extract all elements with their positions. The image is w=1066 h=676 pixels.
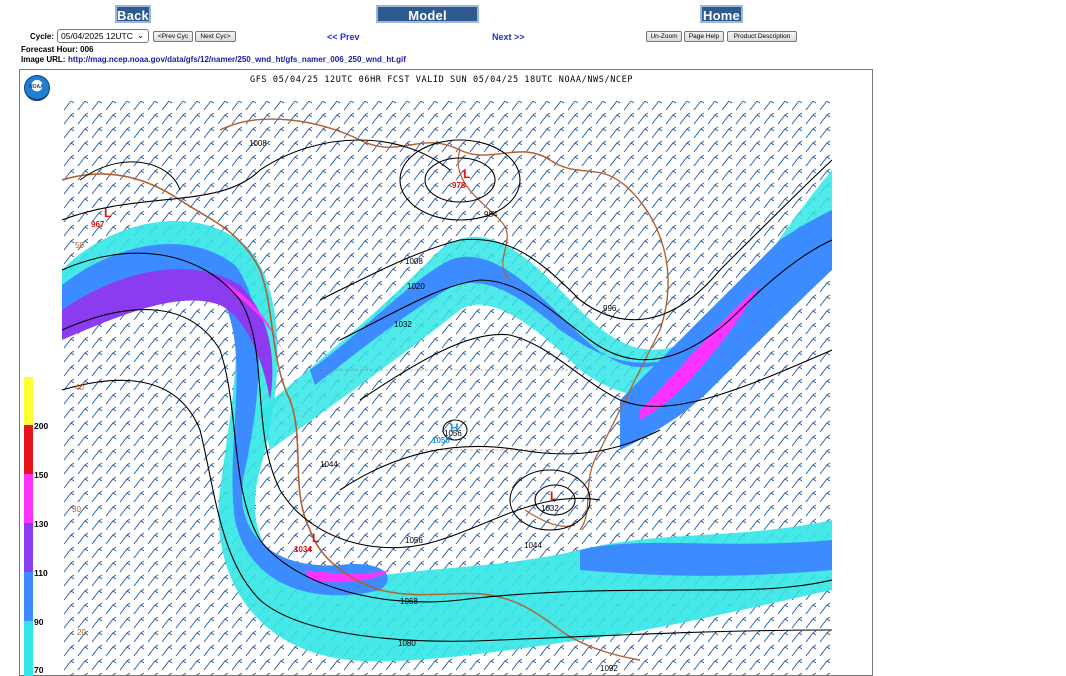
map-graphic xyxy=(62,101,832,675)
product-description-button[interactable]: Product Description xyxy=(727,31,797,42)
colorbar-label: 200 xyxy=(34,421,49,431)
low-value-3: 1034 xyxy=(294,545,312,554)
cycle-label: Cycle: xyxy=(30,32,55,41)
contour-label: 996 xyxy=(603,304,617,313)
contour-label: 1056 xyxy=(444,429,462,438)
chevron-down-icon: ⌄ xyxy=(137,31,144,40)
contour-label: 984 xyxy=(484,210,498,219)
low-value-1: 967 xyxy=(91,220,105,229)
page-help-button[interactable]: Page Help xyxy=(684,31,724,42)
unzoom-button[interactable]: Un-Zoom xyxy=(646,31,682,42)
contour-label: 20 xyxy=(77,628,86,637)
contour-label: 1008 xyxy=(249,139,267,148)
contour-label: 1044 xyxy=(320,460,338,469)
contour-label: 50 xyxy=(75,241,84,250)
home-button[interactable]: Home xyxy=(700,5,743,23)
forecast-hour: Forecast Hour: 006 xyxy=(21,45,94,54)
next-link[interactable]: Next >> xyxy=(492,32,525,42)
contour-label: 30 xyxy=(72,505,81,514)
forecast-map[interactable] xyxy=(19,69,873,676)
contour-label: 1032 xyxy=(394,320,412,329)
contour-label: 1056 xyxy=(405,536,423,545)
prev-cycle-button[interactable]: <Prev Cyc xyxy=(153,31,193,42)
contour-label: 1092 xyxy=(600,664,618,673)
colorbar-label: 110 xyxy=(34,568,48,578)
image-url-link[interactable]: http://mag.ncep.noaa.gov/data/gfs/12/nam… xyxy=(68,55,406,64)
colorbar-label: 130 xyxy=(34,519,49,529)
image-url-label: Image URL: xyxy=(21,55,66,64)
colorbar-label: 150 xyxy=(34,470,49,480)
noaa-logo-icon: NOAA xyxy=(24,75,50,101)
low-value-4: 1032 xyxy=(541,504,559,513)
cycle-select[interactable]: 05/04/2025 12UTC ⌄ xyxy=(57,29,149,43)
low-center-1: L xyxy=(104,206,112,220)
low-center-4: L xyxy=(550,489,558,503)
colorbar-label: 90 xyxy=(34,617,44,627)
low-center-2: L xyxy=(463,167,471,181)
next-cycle-button[interactable]: Next Cyc> xyxy=(195,31,236,42)
low-value-2: 978 xyxy=(452,181,466,190)
contour-label: 1080 xyxy=(398,639,416,648)
contour-label: 1008 xyxy=(405,257,423,266)
contour-label: 40 xyxy=(75,383,84,392)
contour-label: 1044 xyxy=(524,541,542,550)
map-title: GFS 05/04/25 12UTC 06HR FCST VALID SUN 0… xyxy=(250,75,634,85)
model-guidance-button[interactable]: Model Guidance xyxy=(376,5,479,41)
back-button[interactable]: Back xyxy=(115,5,151,23)
colorbar-label: 70 xyxy=(34,665,44,675)
contour-label: 1068 xyxy=(400,597,418,606)
wind-speed-colorbar xyxy=(24,377,33,676)
prev-link[interactable]: << Prev xyxy=(327,32,360,42)
low-center-3: L xyxy=(312,531,320,545)
contour-label: 1020 xyxy=(407,282,425,291)
cycle-value: 05/04/2025 12UTC xyxy=(61,31,133,41)
